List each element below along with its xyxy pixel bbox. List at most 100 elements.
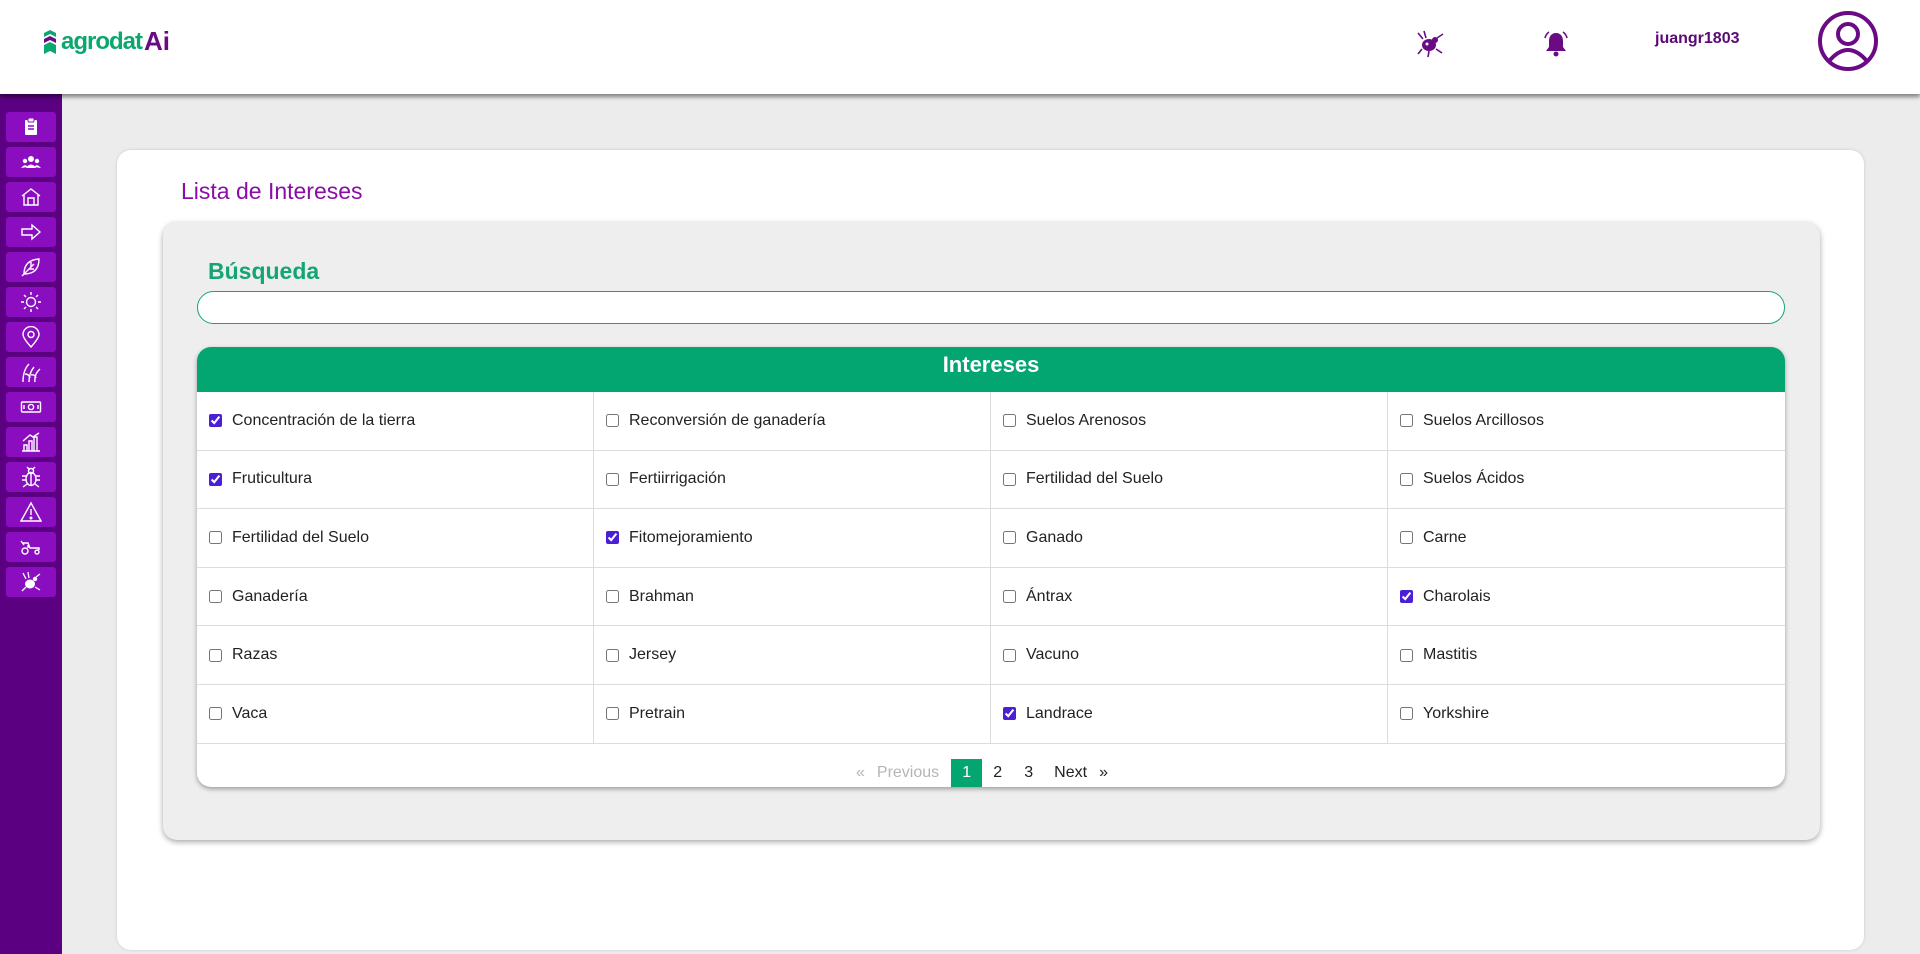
interest-checkbox[interactable] [209,414,222,428]
user-avatar-icon[interactable] [1817,10,1879,72]
arrow-right-icon [21,223,42,241]
interest-checkbox[interactable] [209,648,222,662]
sidebar-item-vectors[interactable] [6,567,56,597]
mosquito-alert-icon[interactable] [1414,28,1446,60]
interest-checkbox[interactable] [1003,590,1016,604]
interest-cell[interactable]: Vacuno [991,626,1388,685]
interest-label: Fitomejoramiento [629,528,753,546]
sidebar-item-leaf[interactable] [6,252,56,282]
interest-label: Landrace [1026,704,1093,722]
interest-cell[interactable]: Ganadería [197,567,594,627]
sidebar-item-finance[interactable] [6,392,56,422]
interest-cell[interactable]: Fertiirrigación [594,450,991,510]
pagination-page-3[interactable]: 3 [1013,759,1044,787]
clipboard-icon [25,117,37,135]
interest-cell[interactable]: Mastitis [1388,626,1785,685]
interests-table: Intereses Concentración de la tierra Reco… [197,347,1785,787]
interest-cell[interactable]: Ántrax [991,567,1388,627]
interest-checkbox[interactable] [606,472,619,486]
interest-checkbox[interactable] [1003,472,1016,486]
interest-checkbox[interactable] [1400,707,1413,721]
interest-label: Suelos Arcillosos [1423,411,1544,429]
interest-checkbox[interactable] [209,590,222,604]
interest-label: Vaca [232,704,268,722]
interest-label: Fertilidad del Suelo [1026,470,1163,488]
interest-cell[interactable]: Landrace [991,684,1388,744]
interest-cell[interactable]: Brahman [594,567,991,627]
interest-checkbox[interactable] [1400,648,1413,662]
interest-checkbox[interactable] [606,648,619,662]
sidebar [0,94,62,954]
app-logo[interactable]: agrodat Ai [43,26,170,57]
pagination-page-1[interactable]: 1 [951,759,983,787]
sidebar-item-location[interactable] [6,322,56,352]
interest-checkbox[interactable] [1003,707,1016,721]
interest-label: Carne [1423,528,1467,546]
interest-cell[interactable]: Fertilidad del Suelo [197,509,594,568]
interest-cell[interactable]: Suelos Ácidos [1388,451,1785,510]
sidebar-item-stats[interactable] [6,427,56,457]
interest-cell[interactable]: Reconversión de ganadería [594,392,991,451]
interest-label: Ganadería [232,587,308,605]
interest-checkbox[interactable] [209,531,222,545]
interest-checkbox[interactable] [606,590,619,604]
interest-label: Pretrain [629,704,686,722]
pagination: « Previous 1 2 3 Next » [850,759,1114,787]
sidebar-item-alerts[interactable] [6,497,56,527]
pagination-last[interactable]: » [1093,759,1114,787]
interest-cell[interactable]: Fruticultura [197,450,594,510]
page-title: Lista de Intereses [181,178,363,204]
sidebar-item-weather[interactable] [6,287,56,317]
sidebar-item-farm[interactable] [6,182,56,212]
interest-cell[interactable]: Vaca [197,684,594,744]
top-header: agrodat Ai juangr1803 [0,0,1920,94]
interest-cell[interactable]: Fitomejoramiento [594,509,991,568]
interest-label: Yorkshire [1423,704,1490,722]
interest-checkbox[interactable] [1003,648,1016,662]
logo-ai-text: Ai [144,26,171,56]
interest-checkbox[interactable] [209,707,222,721]
interest-cell[interactable]: Yorkshire [1388,685,1785,744]
interest-cell[interactable]: Pretrain [594,684,991,744]
interest-label: Vacuno [1026,646,1080,664]
search-input[interactable] [197,291,1785,324]
sidebar-item-clipboard[interactable] [6,112,56,142]
interest-checkbox[interactable] [1400,414,1413,428]
interest-cell[interactable]: Ganado [991,509,1388,568]
interest-checkbox[interactable] [1400,590,1413,604]
search-label: Búsqueda [208,258,320,284]
sidebar-item-pests[interactable] [6,462,56,492]
interest-cell[interactable]: Razas [197,626,594,685]
pagination-page-2[interactable]: 2 [982,759,1013,787]
interest-checkbox[interactable] [1003,531,1016,545]
sidebar-item-users[interactable] [6,147,56,177]
username[interactable]: juangr1803 [1655,30,1739,48]
interest-cell[interactable]: Suelos Arenosos [991,392,1388,451]
interest-label: Fertiirrigación [629,470,726,488]
interest-checkbox[interactable] [606,414,619,428]
logo-mark-icon [44,29,56,54]
interest-checkbox[interactable] [1400,531,1413,545]
interest-cell[interactable]: Carne [1388,509,1785,568]
sidebar-item-arrow[interactable] [6,217,56,247]
interest-label: Suelos Arenosos [1026,411,1147,429]
interest-cell[interactable]: Concentración de la tierra [197,392,594,451]
interest-label: Razas [232,646,278,664]
interest-checkbox[interactable] [606,707,619,721]
bell-icon[interactable] [1540,28,1572,60]
interest-cell[interactable]: Suelos Arcillosos [1388,392,1785,451]
users-group-icon [21,156,41,168]
interest-cell[interactable]: Jersey [594,626,991,685]
interest-cell[interactable]: Charolais [1388,568,1785,627]
sidebar-item-machinery[interactable] [6,532,56,562]
interest-label: Suelos Ácidos [1423,470,1525,488]
interest-cell[interactable]: Fertilidad del Suelo [991,450,1388,510]
pagination-next[interactable]: Next [1048,759,1093,787]
warning-icon [20,501,42,522]
interest-checkbox[interactable] [209,472,222,486]
sidebar-item-crops[interactable] [6,357,56,387]
crop-plant-icon [22,363,41,383]
interest-checkbox[interactable] [1400,472,1413,486]
interest-checkbox[interactable] [1003,414,1016,428]
interest-checkbox[interactable] [606,531,619,545]
